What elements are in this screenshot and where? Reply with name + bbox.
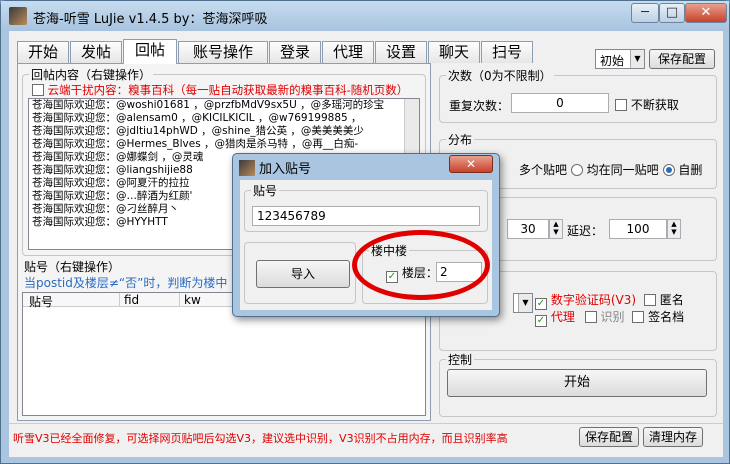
- tab-scan[interactable]: 扫号: [481, 41, 533, 63]
- delay-spinner[interactable]: ▲ ▼: [667, 219, 681, 239]
- tab-account[interactable]: 账号操作: [178, 41, 268, 63]
- count-legend: 次数（0为不限制）: [448, 69, 552, 83]
- distribution-legend: 分布: [448, 133, 473, 147]
- no-stop-row: 不断获取: [615, 96, 679, 113]
- preset-select[interactable]: 初始 ▼: [595, 49, 645, 69]
- import-button[interactable]: 导入: [256, 260, 350, 288]
- column-header-kw[interactable]: kw: [179, 293, 201, 307]
- mode-select[interactable]: ▼: [513, 293, 533, 313]
- control-legend: 控制: [448, 353, 473, 367]
- proxy-label: 代理: [550, 310, 575, 324]
- dialog-title: 加入贴号: [259, 162, 312, 177]
- tab-reply[interactable]: 回帖: [123, 39, 177, 64]
- list-item[interactable]: 苍海国际欢迎您：@jdltiu14phWD ，@shine_猎公英 ，@美美美美…: [29, 125, 419, 138]
- maximize-button[interactable]: □: [659, 3, 685, 23]
- post-id-hint: 当postid及楼层≠“否”时，判断为楼中: [24, 276, 228, 290]
- repeat-count-input[interactable]: 0: [511, 93, 609, 113]
- proxy-checkbox[interactable]: ✓: [535, 315, 547, 327]
- app-icon: [9, 7, 27, 25]
- thread-count-spinner[interactable]: ▲ ▼: [549, 219, 563, 239]
- tab-settings[interactable]: 设置: [375, 41, 427, 63]
- chevron-down-icon: ▼: [630, 50, 644, 68]
- option-same-label[interactable]: 均在同一贴吧: [587, 163, 659, 177]
- start-button[interactable]: 开始: [447, 369, 707, 397]
- dialog-close-button[interactable]: ✕: [449, 155, 493, 173]
- tab-chat[interactable]: 聊天: [428, 41, 480, 63]
- recognize-checkbox[interactable]: [584, 311, 597, 323]
- option-multi-label[interactable]: 多个贴吧: [519, 163, 567, 177]
- status-message: 听雪V3已经全面修复，可选择网页贴吧后勾选V3，建议选中识别，V3识别不占用内存…: [13, 432, 508, 445]
- title-bar: 苍海-听雪 LuJie v1.4.5 by：苍海深呼吸 ─ □ ✕: [1, 1, 729, 31]
- close-button[interactable]: ✕: [685, 3, 727, 23]
- delay-input[interactable]: 100: [609, 219, 667, 239]
- list-item[interactable]: 苍海国际欢迎您：@woshi01681 ，@przfbMdV9sx5U ，@多瑶…: [29, 99, 419, 112]
- tab-proxy[interactable]: 代理: [322, 41, 374, 63]
- captcha-label: 数字验证码(V3): [550, 293, 637, 307]
- list-item[interactable]: 苍海国际欢迎您：@Hermes_Blves ，@猎肉是杀马特 ，@再__白痴-: [29, 138, 419, 151]
- cloud-interference-checkbox[interactable]: [32, 84, 44, 96]
- signature-checkbox[interactable]: [632, 311, 645, 323]
- cloud-interference-row: 云端干扰内容：糗事百科（每一贴自动获取最新的糗事百科-随机页数）: [32, 82, 408, 98]
- thread-count-input[interactable]: 30: [507, 219, 549, 239]
- option-same-radio[interactable]: [570, 164, 583, 176]
- list-item[interactable]: 苍海国际欢迎您：@alensam0 ，@KICILKICIL ，@w769199…: [29, 112, 419, 125]
- save-config-button[interactable]: 保存配置: [579, 427, 639, 447]
- cloud-interference-label: 云端干扰内容：糗事百科（每一贴自动获取最新的糗事百科-随机页数）: [47, 83, 409, 97]
- tab-post[interactable]: 发帖: [70, 41, 122, 63]
- tab-start[interactable]: 开始: [17, 41, 69, 63]
- app-icon: [239, 160, 255, 176]
- chevron-down-icon: ▼: [518, 294, 532, 312]
- no-stop-checkbox[interactable]: [615, 99, 627, 111]
- post-id-fieldset-legend: 贴号: [253, 184, 278, 198]
- signature-label: 签名档: [648, 310, 685, 324]
- clear-memory-button[interactable]: 清理内存: [643, 427, 703, 447]
- repeat-count-label: 重复次数：: [449, 99, 510, 113]
- delay-label: 延迟：: [567, 224, 604, 238]
- column-header-post-id[interactable]: 贴号: [29, 293, 53, 310]
- option-auto-radio[interactable]: [662, 164, 675, 176]
- distribution-options: 多个贴吧 均在同一贴吧 自删: [519, 161, 702, 178]
- option-auto-label[interactable]: 自删: [678, 163, 702, 177]
- dialog-title-bar: 加入贴号: [239, 158, 311, 178]
- tab-login[interactable]: 登录: [269, 41, 321, 63]
- recognize-label: 识别: [600, 310, 625, 324]
- post-id-input[interactable]: 123456789: [252, 206, 480, 226]
- column-header-fid[interactable]: fid: [119, 293, 139, 307]
- no-stop-label: 不断获取: [630, 98, 679, 112]
- reply-content-legend: 回帖内容（右键操作）: [31, 68, 152, 82]
- minimize-button[interactable]: ─: [631, 3, 659, 23]
- save-config-top-button[interactable]: 保存配置: [649, 49, 715, 69]
- anonymous-checkbox[interactable]: [643, 294, 656, 306]
- highlight-annotation: [352, 230, 490, 300]
- window-title: 苍海-听雪 LuJie v1.4.5 by：苍海深呼吸: [33, 12, 268, 27]
- post-id-legend: 贴号（右键操作）: [24, 260, 121, 274]
- anonymous-label: 匿名: [659, 293, 684, 307]
- options-row-2: ✓ 代理 识别 签名档: [535, 308, 684, 327]
- status-bar: 听雪V3已经全面修复，可选择网页贴吧后勾选V3，建议选中识别，V3识别不占用内存…: [9, 423, 723, 451]
